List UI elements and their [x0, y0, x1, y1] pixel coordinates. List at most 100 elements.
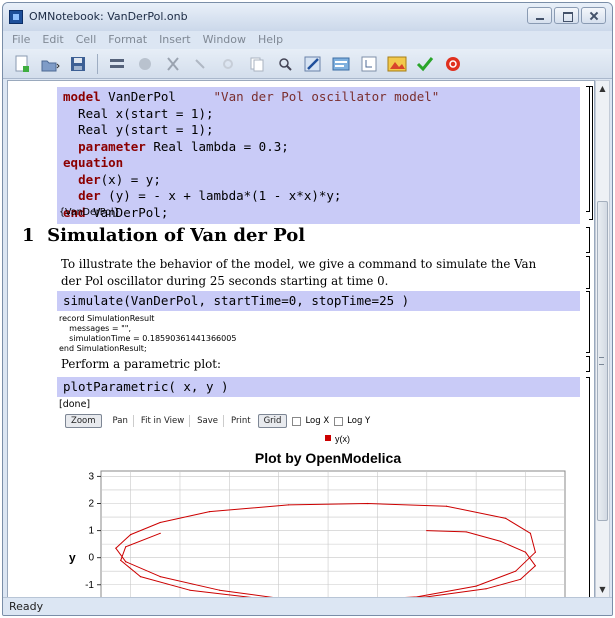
data-point [125, 561, 127, 563]
code-line: end VanDerPol; [63, 204, 169, 220]
code-cell-plot[interactable]: plotParametric( x, y ) [57, 377, 580, 397]
y-tick-label: 1 [88, 526, 94, 537]
menu-format[interactable]: Format [102, 31, 153, 49]
scroll-up-icon[interactable]: ▲ [596, 81, 609, 96]
data-point [534, 551, 536, 553]
legend-label: y(x) [335, 434, 350, 444]
output-simulate: record SimulationResult messages = "", s… [59, 314, 237, 353]
zoom-button[interactable]: Zoom [65, 414, 102, 428]
data-point [125, 546, 127, 548]
paste-icon[interactable] [162, 53, 184, 75]
y-tick-label: 0 [88, 553, 94, 564]
plot-frame [100, 470, 566, 601]
cell-bracket[interactable] [586, 356, 590, 372]
data-point [159, 576, 161, 578]
undo-icon[interactable] [190, 53, 212, 75]
log-y-checkbox[interactable] [334, 416, 344, 426]
find-icon[interactable] [274, 53, 296, 75]
status-bar: Ready [3, 597, 612, 615]
cell-icon[interactable] [330, 53, 352, 75]
data-point [139, 576, 142, 578]
stop-icon[interactable] [442, 53, 464, 75]
scroll-down-icon[interactable]: ▼ [596, 582, 609, 597]
log-x-checkbox[interactable] [292, 416, 302, 426]
menu-help[interactable]: Help [252, 31, 289, 49]
data-point [159, 532, 161, 534]
output-plot: [done] [59, 399, 91, 410]
save-icon[interactable] [67, 53, 89, 75]
code-line: der(x) = y; [78, 171, 161, 187]
grid-button[interactable]: Grid [257, 414, 288, 428]
y-axis-label: y [69, 551, 76, 565]
title-bar: OMNotebook: VanDerPol.onb [3, 3, 612, 31]
menu-edit[interactable]: Edit [36, 31, 69, 49]
cell-bracket[interactable] [586, 256, 590, 289]
section-number: 1 [22, 225, 35, 246]
close-button[interactable] [581, 7, 606, 24]
data-point [485, 588, 487, 590]
data-point [218, 589, 221, 591]
copy-icon[interactable] [134, 53, 156, 75]
data-point [529, 532, 532, 534]
toolbar [3, 49, 612, 79]
toolbar-separator [97, 53, 98, 74]
redo-icon[interactable] [218, 53, 240, 75]
y-tick-label: 2 [88, 499, 94, 510]
code-cell-model[interactable]: model VanDerPol "Van der Pol oscillator … [57, 87, 580, 224]
scroll-grip-icon [599, 357, 604, 365]
plot-toolbar: Zoom Pan Fit in View Save Print Grid Log… [65, 413, 370, 429]
save-plot-button[interactable]: Save [192, 415, 225, 427]
parametric-plot[interactable]: y(x) Plot by OpenModelica 3 2 1 0 -1 y [63, 431, 591, 601]
code-line: model VanDerPol "Van der Pol oscillator … [63, 89, 440, 104]
data-point [524, 551, 527, 553]
cell-bracket[interactable] [586, 291, 590, 353]
fit-in-view-button[interactable]: Fit in View [136, 415, 191, 427]
data-point [366, 502, 369, 505]
data-point [534, 565, 536, 567]
data-point [130, 534, 132, 536]
data-point [519, 578, 522, 580]
edit-icon[interactable] [302, 53, 324, 75]
code-line: der (y) = - x + lambda*(1 - x*x)*y; [78, 188, 342, 203]
data-point [189, 589, 191, 591]
code-model-text: model VanDerPol "Van der Pol oscillator … [63, 89, 574, 221]
code-line: parameter Real lambda = 0.3; [78, 138, 289, 154]
code-line: Real x(start = 1); [63, 105, 214, 121]
maximize-button[interactable] [554, 7, 579, 24]
data-point [159, 521, 161, 524]
section-title-text: Simulation of Van der Pol [47, 225, 306, 246]
data-point [115, 547, 117, 549]
app-window: OMNotebook: VanDerPol.onb File Edit Cell… [2, 2, 613, 616]
menu-insert[interactable]: Insert [153, 31, 197, 49]
cut-icon[interactable] [106, 53, 128, 75]
open-file-icon[interactable] [39, 53, 61, 75]
data-point [287, 504, 290, 506]
data-point [426, 529, 428, 532]
code-line: Real y(start = 1); [63, 122, 214, 137]
window-title: OMNotebook: VanDerPol.onb [29, 10, 188, 23]
legend-swatch [325, 435, 331, 441]
data-point [208, 511, 211, 513]
section-bracket[interactable] [586, 227, 590, 253]
menu-window[interactable]: Window [197, 31, 252, 49]
data-point [500, 540, 502, 543]
y-tick-label: -1 [85, 580, 94, 591]
group-icon[interactable] [358, 53, 380, 75]
new-file-icon[interactable] [11, 53, 33, 75]
vertical-scrollbar[interactable]: ▲ ▼ [595, 80, 610, 598]
data-point [515, 570, 517, 572]
menu-file[interactable]: File [6, 31, 36, 49]
output-model: {VanDerPol} [59, 207, 120, 218]
eval-icon[interactable] [414, 53, 436, 75]
log-x-label: Log X [305, 416, 330, 426]
code-cell-simulate[interactable]: simulate(VanDerPol, startTime=0, stopTim… [57, 291, 580, 311]
minimize-button[interactable] [527, 7, 552, 24]
chart-title: Plot by OpenModelica [255, 450, 401, 466]
menu-cell[interactable]: Cell [70, 31, 103, 49]
copy-doc-icon[interactable] [246, 53, 268, 75]
cell-bracket[interactable] [589, 86, 593, 220]
pan-button[interactable]: Pan [108, 415, 134, 427]
image-icon[interactable] [386, 53, 408, 75]
paragraph-intro: To illustrate the behavior of the model,… [61, 257, 537, 288]
print-plot-button[interactable]: Print [226, 415, 256, 427]
